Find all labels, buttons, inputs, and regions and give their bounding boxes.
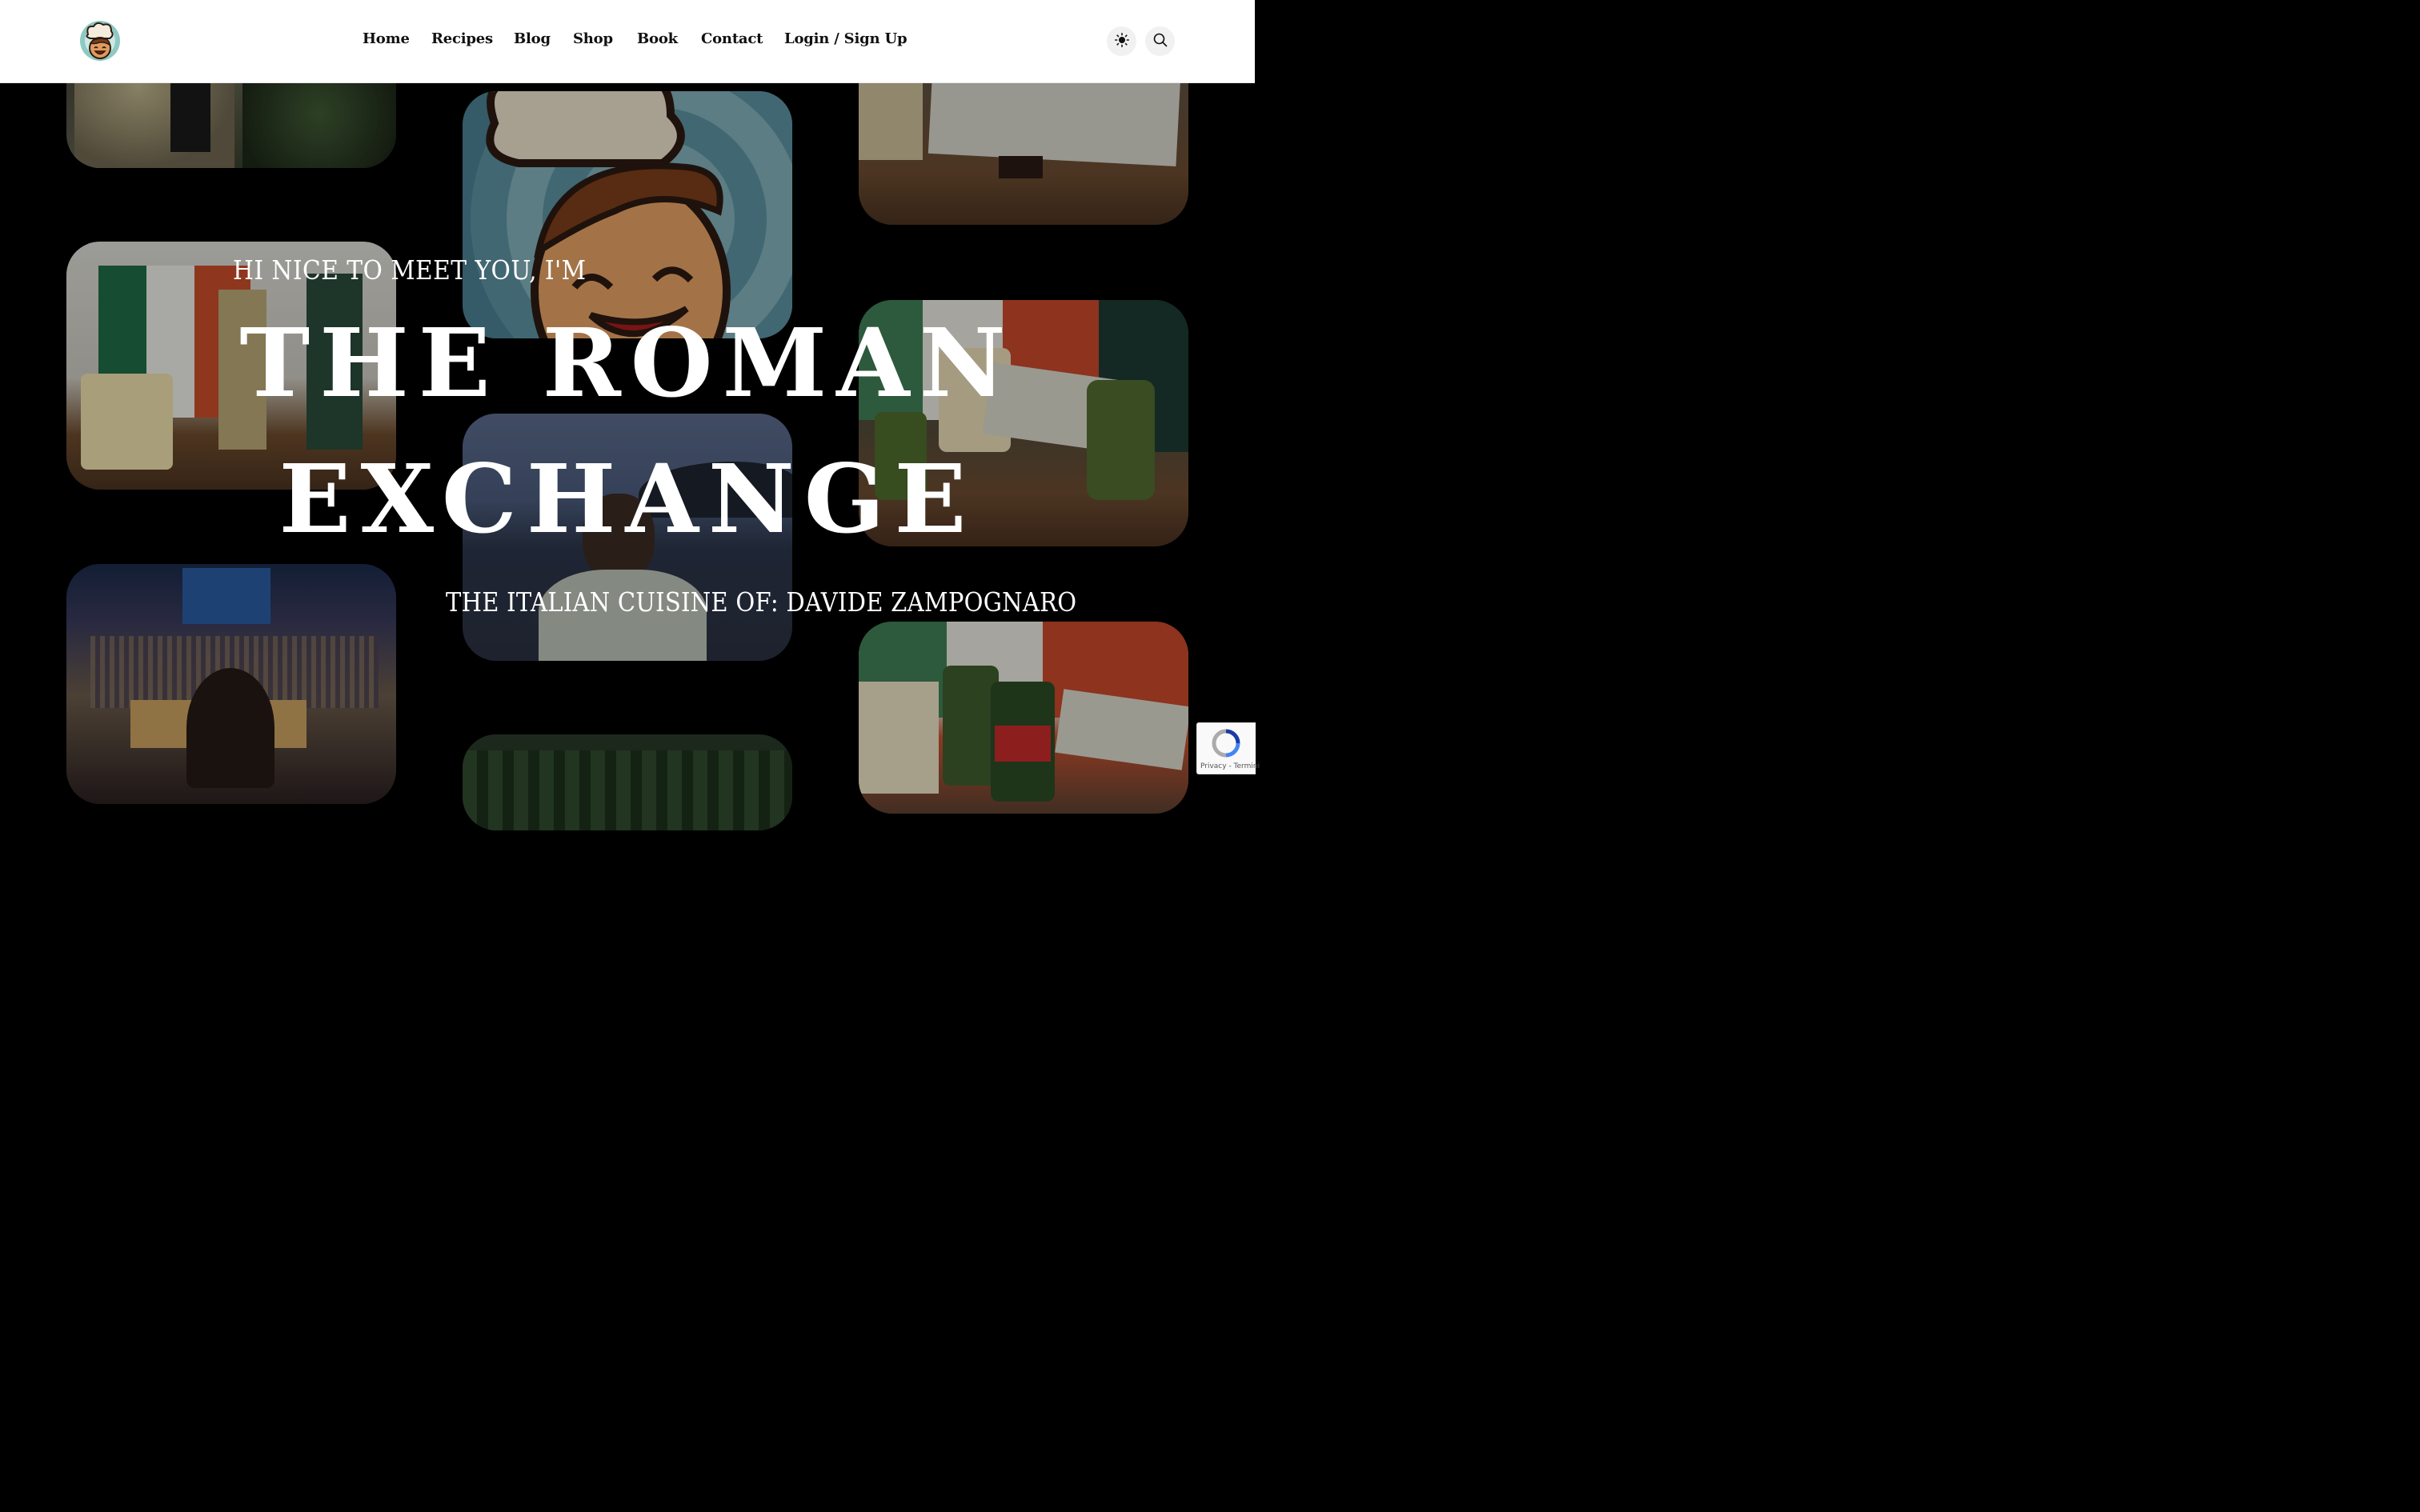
photo-tile-basketball-arena xyxy=(66,564,396,804)
sun-icon xyxy=(1114,32,1129,50)
photo-tile-chef-mascot xyxy=(463,91,792,338)
nav-recipes[interactable]: Recipes xyxy=(431,30,493,47)
site-header: Home Recipes Blog Shop Book Contact Logi… xyxy=(0,0,1255,83)
hero-intro: HI NICE TO MEET YOU, I'M xyxy=(233,254,587,286)
nav-book[interactable]: Book xyxy=(637,30,678,47)
nav-home[interactable]: Home xyxy=(363,30,410,47)
nav-contact[interactable]: Contact xyxy=(701,30,763,47)
photo-tile-forest xyxy=(463,734,792,830)
theme-toggle-button[interactable] xyxy=(1107,26,1136,56)
main-nav: Home Recipes Blog Shop Book Contact Logi… xyxy=(0,0,1255,82)
hero-title-line1: THE ROMAN xyxy=(239,307,1016,418)
nav-login-signup[interactable]: Login / Sign Up xyxy=(784,30,908,47)
hero-subtitle: THE ITALIAN CUISINE OF: DAVIDE ZAMPOGNAR… xyxy=(446,586,1077,618)
nav-blog[interactable]: Blog xyxy=(514,30,551,47)
search-button[interactable] xyxy=(1145,26,1175,56)
photo-tile-tigullio-pesto xyxy=(859,622,1188,814)
recaptcha-links[interactable]: Privacy - Termini xyxy=(1200,762,1260,770)
nav-shop[interactable]: Shop xyxy=(573,30,613,47)
search-icon xyxy=(1153,33,1168,50)
recaptcha-badge[interactable]: Privacy - Termini xyxy=(1196,722,1260,774)
recaptcha-icon xyxy=(1211,728,1241,762)
hero-title-line2: EXCHANGE xyxy=(278,443,976,554)
